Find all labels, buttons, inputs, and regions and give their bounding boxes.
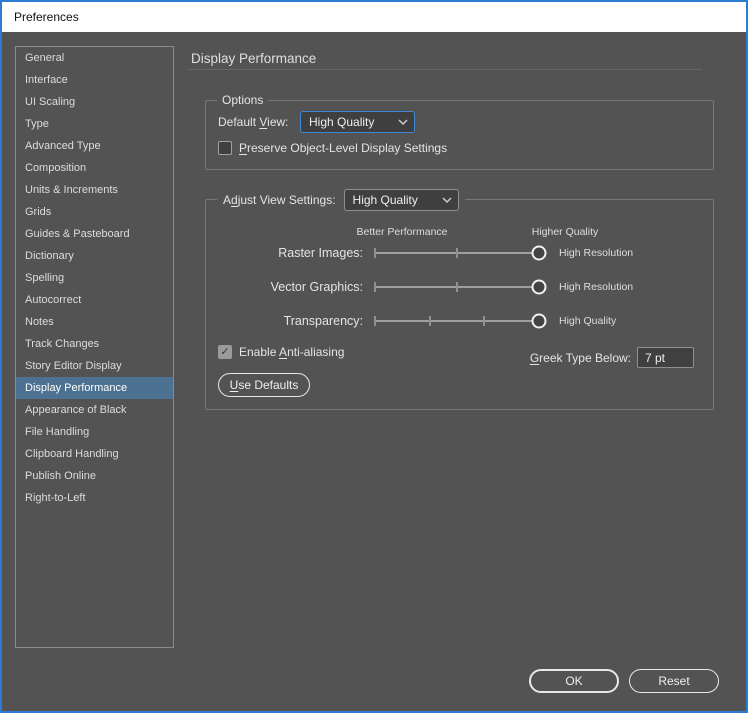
sidebar-item-composition[interactable]: Composition	[16, 157, 173, 179]
adjust-view-settings-label: Adjust View Settings:	[223, 193, 336, 207]
vector-graphics-slider[interactable]	[374, 276, 547, 298]
sidebar-item-display-performance[interactable]: Display Performance	[16, 377, 173, 399]
sidebar-item-spelling[interactable]: Spelling	[16, 267, 173, 289]
better-performance-column-label: Better Performance	[356, 226, 448, 238]
slider-tick	[374, 282, 376, 292]
chevron-down-icon	[398, 119, 408, 126]
adjust-view-settings-legend: Adjust View Settings: High Quality	[217, 189, 465, 211]
slider-tick	[456, 248, 458, 258]
default-view-label: Default View:	[218, 115, 289, 129]
higher-quality-column-label: Higher Quality	[531, 226, 599, 238]
sidebar-item-notes[interactable]: Notes	[16, 311, 173, 333]
transparency-value: High Quality	[559, 315, 617, 327]
titlebar[interactable]: Preferences	[2, 2, 746, 32]
preserve-display-settings-checkbox[interactable]	[218, 141, 232, 155]
sidebar-item-dictionary[interactable]: Dictionary	[16, 245, 173, 267]
sidebar-item-ui-scaling[interactable]: UI Scaling	[16, 91, 173, 113]
options-group: Options Default View: High Quality Prese…	[205, 93, 714, 170]
slider-tick	[374, 316, 376, 326]
sidebar-item-right-to-left[interactable]: Right-to-Left	[16, 487, 173, 509]
slider-tick	[483, 316, 486, 326]
slider-tick	[428, 316, 431, 326]
default-view-value: High Quality	[309, 115, 375, 129]
preserve-display-settings-row: Preserve Object-Level Display Settings	[218, 141, 447, 155]
raster-images-label: Raster Images:	[278, 246, 363, 260]
sidebar-item-interface[interactable]: Interface	[16, 69, 173, 91]
adjust-view-settings-dropdown[interactable]: High Quality	[343, 189, 459, 211]
ok-button[interactable]: OK	[529, 669, 619, 693]
adjust-view-settings-value: High Quality	[352, 193, 418, 207]
sidebar-item-track-changes[interactable]: Track Changes	[16, 333, 173, 355]
enable-antialiasing-checkbox[interactable]: ✓	[218, 345, 232, 359]
sidebar-item-general[interactable]: General	[16, 47, 173, 69]
reset-button[interactable]: Reset	[629, 669, 719, 693]
transparency-label: Transparency:	[283, 314, 363, 328]
chevron-down-icon	[442, 197, 452, 204]
window-title: Preferences	[14, 10, 79, 24]
title-divider	[187, 69, 702, 70]
sidebar-item-advanced-type[interactable]: Advanced Type	[16, 135, 173, 157]
slider-knob[interactable]	[531, 313, 547, 329]
sidebar-item-story-editor-display[interactable]: Story Editor Display	[16, 355, 173, 377]
sidebar-item-publish-online[interactable]: Publish Online	[16, 465, 173, 487]
transparency-row: Transparency: High Quality	[206, 310, 713, 332]
adjust-view-settings-group: Adjust View Settings: High Quality Bette…	[205, 189, 714, 410]
preferences-dialog: Preferences General Interface UI Scaling Ty…	[0, 0, 748, 713]
sidebar-item-file-handling[interactable]: File Handling	[16, 421, 173, 443]
sidebar-item-autocorrect[interactable]: Autocorrect	[16, 289, 173, 311]
slider-tick	[456, 282, 458, 292]
sidebar-item-type[interactable]: Type	[16, 113, 173, 135]
greek-type-below-input[interactable]: 7 pt	[637, 347, 694, 368]
vector-graphics-label: Vector Graphics:	[270, 280, 363, 294]
sidebar-item-units-increments[interactable]: Units & Increments	[16, 179, 173, 201]
sidebar-item-guides-pasteboard[interactable]: Guides & Pasteboard	[16, 223, 173, 245]
default-view-dropdown[interactable]: High Quality	[300, 111, 415, 133]
raster-images-value: High Resolution	[559, 247, 634, 259]
slider-rail	[375, 320, 539, 322]
vector-graphics-value: High Resolution	[559, 281, 634, 293]
main-panel: Display Performance Options Default View…	[176, 34, 746, 711]
enable-antialiasing-row: ✓ Enable Anti-aliasing	[218, 345, 344, 359]
raster-images-row: Raster Images: High Resolution	[206, 242, 713, 264]
slider-tick	[374, 248, 376, 258]
options-group-legend: Options	[217, 93, 269, 107]
vector-graphics-row: Vector Graphics: High Resolution	[206, 276, 713, 298]
page-title: Display Performance	[191, 51, 317, 66]
enable-antialiasing-label: Enable Anti-aliasing	[239, 345, 345, 359]
sidebar-item-appearance-of-black[interactable]: Appearance of Black	[16, 399, 173, 421]
preserve-display-settings-label: Preserve Object-Level Display Settings	[239, 141, 448, 155]
slider-knob[interactable]	[531, 245, 547, 261]
use-defaults-button[interactable]: Use Defaults	[218, 373, 310, 397]
greek-type-below-label: Greek Type Below:	[529, 351, 631, 365]
raster-images-slider[interactable]	[374, 242, 547, 264]
slider-knob[interactable]	[531, 279, 547, 295]
preferences-category-list: General Interface UI Scaling Type Advanced T…	[15, 46, 174, 648]
sidebar-item-grids[interactable]: Grids	[16, 201, 173, 223]
transparency-slider[interactable]	[374, 310, 547, 332]
sidebar-item-clipboard-handling[interactable]: Clipboard Handling	[16, 443, 173, 465]
